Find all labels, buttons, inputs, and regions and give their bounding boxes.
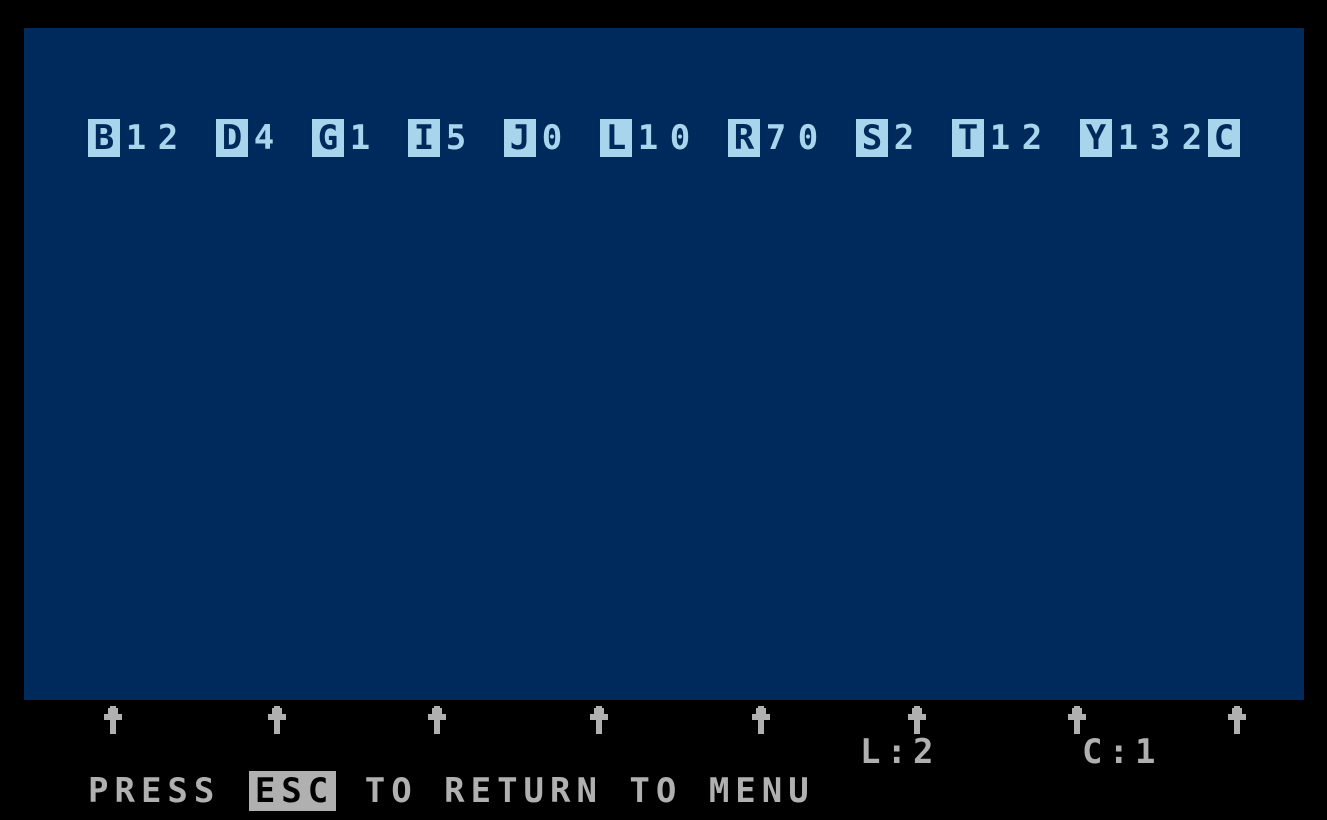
up-arrow-icon[interactable] <box>904 706 930 734</box>
document-body[interactable] <box>24 84 1304 700</box>
return-to-menu-prompt: PRESS ESC TO RETURN TO MENU <box>88 770 815 812</box>
esc-key-badge[interactable]: ESC <box>248 771 337 811</box>
column-indicator: C:1 <box>1082 732 1162 772</box>
up-arrow-icon[interactable] <box>264 706 290 734</box>
line-indicator: L:2 <box>860 732 940 772</box>
up-arrow-icon[interactable] <box>1224 706 1250 734</box>
up-arrow-icon[interactable] <box>586 706 612 734</box>
up-arrow-icon[interactable] <box>1064 706 1090 734</box>
terminal-screen: B12 D4 G1 I5 J0 L10 R70 S2 T12 Y132C L:2… <box>0 0 1327 820</box>
status-area: L:2 C:1 PRESS ESC TO RETURN TO MENU <box>0 700 1327 820</box>
up-arrow-icon[interactable] <box>748 706 774 734</box>
up-arrow-icon[interactable] <box>424 706 450 734</box>
cursor-position-row: L:2 C:1 <box>0 732 1327 772</box>
document-panel[interactable]: B12 D4 G1 I5 J0 L10 R70 S2 T12 Y132C <box>24 28 1304 700</box>
prompt-text-after: TO RETURN TO MENU <box>338 771 815 811</box>
up-arrow-icon[interactable] <box>100 706 126 734</box>
prompt-text-before: PRESS <box>88 771 247 811</box>
tab-stop-ruler[interactable] <box>0 704 1327 734</box>
format-settings-ruler[interactable]: B12 D4 G1 I5 J0 L10 R70 S2 T12 Y132C <box>24 28 1240 157</box>
